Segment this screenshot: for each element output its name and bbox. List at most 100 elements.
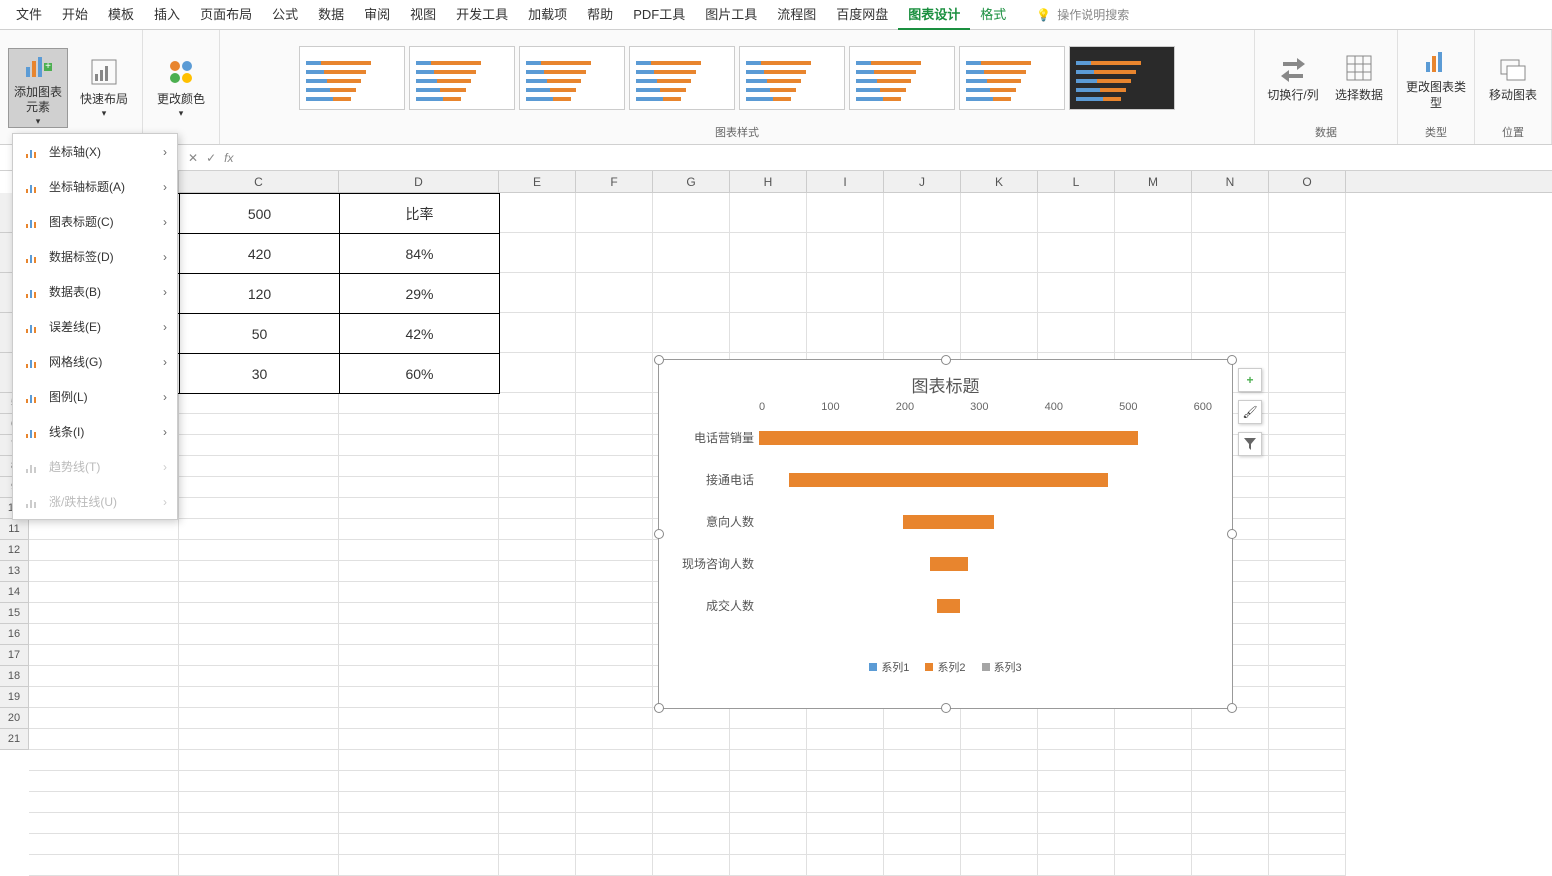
cell[interactable] xyxy=(1038,855,1115,876)
cell[interactable] xyxy=(730,193,807,233)
embedded-chart[interactable]: 图表标题 0100200300400500600电话营销量接通电话意向人数现场咨… xyxy=(658,359,1233,709)
cell[interactable] xyxy=(29,855,179,876)
cell[interactable] xyxy=(179,540,339,561)
add-chart-element-button[interactable]: + 添加图表元素 ▾ xyxy=(8,48,68,128)
menu-item[interactable]: 图表标题(C)› xyxy=(13,204,177,239)
cell[interactable] xyxy=(499,582,576,603)
cell[interactable] xyxy=(1269,498,1346,519)
cell[interactable] xyxy=(339,477,499,498)
cell[interactable] xyxy=(499,233,576,273)
cell[interactable] xyxy=(807,313,884,353)
ribbon-tab-开发工具[interactable]: 开发工具 xyxy=(446,0,518,30)
row-header-15[interactable]: 15 xyxy=(0,603,28,624)
cell[interactable] xyxy=(339,393,499,414)
cell[interactable] xyxy=(179,456,339,477)
cell[interactable] xyxy=(576,519,653,540)
col-header-N[interactable]: N xyxy=(1192,171,1269,192)
cell[interactable] xyxy=(499,353,576,393)
cell[interactable] xyxy=(730,729,807,750)
cell[interactable] xyxy=(884,233,961,273)
cell[interactable] xyxy=(339,792,499,813)
cell[interactable] xyxy=(807,771,884,792)
cell[interactable] xyxy=(179,855,339,876)
data-cell[interactable]: 30 xyxy=(180,354,340,394)
cell[interactable] xyxy=(1269,456,1346,477)
cell[interactable] xyxy=(29,729,179,750)
col-header-H[interactable]: H xyxy=(730,171,807,192)
cell[interactable] xyxy=(1269,729,1346,750)
cell[interactable] xyxy=(29,645,179,666)
chart-plot-area[interactable]: 0100200300400500600电话营销量接通电话意向人数现场咨询人数成交… xyxy=(759,401,1212,651)
cell[interactable] xyxy=(961,193,1038,233)
cell[interactable] xyxy=(1115,708,1192,729)
cell[interactable] xyxy=(29,582,179,603)
cell[interactable] xyxy=(339,582,499,603)
cell[interactable] xyxy=(807,233,884,273)
cell[interactable] xyxy=(1269,750,1346,771)
cell[interactable] xyxy=(576,435,653,456)
cell[interactable] xyxy=(807,193,884,233)
menu-item[interactable]: 线条(I)› xyxy=(13,414,177,449)
cell[interactable] xyxy=(961,729,1038,750)
cell[interactable] xyxy=(499,519,576,540)
cell[interactable] xyxy=(961,313,1038,353)
cell[interactable] xyxy=(499,834,576,855)
cell[interactable] xyxy=(1038,729,1115,750)
cell[interactable] xyxy=(1269,834,1346,855)
cell[interactable] xyxy=(576,729,653,750)
resize-handle[interactable] xyxy=(1227,529,1237,539)
cell[interactable] xyxy=(179,792,339,813)
cell[interactable] xyxy=(1115,750,1192,771)
cell[interactable] xyxy=(179,561,339,582)
cell[interactable] xyxy=(730,834,807,855)
col-header-G[interactable]: G xyxy=(653,171,730,192)
cell[interactable] xyxy=(576,313,653,353)
chart-style-thumb[interactable] xyxy=(299,46,405,110)
cell[interactable] xyxy=(807,708,884,729)
ribbon-tab-图表设计[interactable]: 图表设计 xyxy=(898,0,970,30)
cell[interactable] xyxy=(653,193,730,233)
legend-item[interactable]: 系列1 xyxy=(869,659,909,675)
cell[interactable] xyxy=(339,435,499,456)
row-header-18[interactable]: 18 xyxy=(0,666,28,687)
cell[interactable] xyxy=(339,498,499,519)
cell[interactable] xyxy=(653,834,730,855)
cell[interactable] xyxy=(807,792,884,813)
cell[interactable] xyxy=(1269,540,1346,561)
cell[interactable] xyxy=(339,414,499,435)
cell[interactable] xyxy=(1038,708,1115,729)
cell[interactable] xyxy=(1269,666,1346,687)
chart-style-thumb[interactable] xyxy=(1069,46,1175,110)
cell[interactable] xyxy=(730,855,807,876)
row-header-12[interactable]: 12 xyxy=(0,540,28,561)
legend-item[interactable]: 系列3 xyxy=(982,659,1022,675)
ribbon-tab-加载项[interactable]: 加载项 xyxy=(518,0,577,30)
cell[interactable] xyxy=(576,353,653,393)
data-cell[interactable]: 比率 xyxy=(340,194,500,234)
cell[interactable] xyxy=(653,273,730,313)
cell[interactable] xyxy=(1038,273,1115,313)
cell[interactable] xyxy=(179,729,339,750)
chart-title[interactable]: 图表标题 xyxy=(659,360,1232,401)
cell[interactable] xyxy=(1269,603,1346,624)
cell[interactable] xyxy=(1269,771,1346,792)
cell[interactable] xyxy=(29,540,179,561)
cell[interactable] xyxy=(499,498,576,519)
chart-style-thumb[interactable] xyxy=(739,46,845,110)
cell[interactable] xyxy=(29,750,179,771)
cell[interactable] xyxy=(499,193,576,233)
cell[interactable] xyxy=(576,750,653,771)
data-cell[interactable]: 29% xyxy=(340,274,500,314)
cell[interactable] xyxy=(884,834,961,855)
col-header-J[interactable]: J xyxy=(884,171,961,192)
data-cell[interactable]: 84% xyxy=(340,234,500,274)
cell[interactable] xyxy=(1115,792,1192,813)
cell[interactable] xyxy=(1269,193,1346,233)
cell[interactable] xyxy=(884,273,961,313)
cell[interactable] xyxy=(576,498,653,519)
cell[interactable] xyxy=(1269,414,1346,435)
cell[interactable] xyxy=(179,414,339,435)
move-chart-button[interactable]: 移动图表 xyxy=(1483,38,1543,118)
cell[interactable] xyxy=(576,645,653,666)
cell[interactable] xyxy=(1038,750,1115,771)
